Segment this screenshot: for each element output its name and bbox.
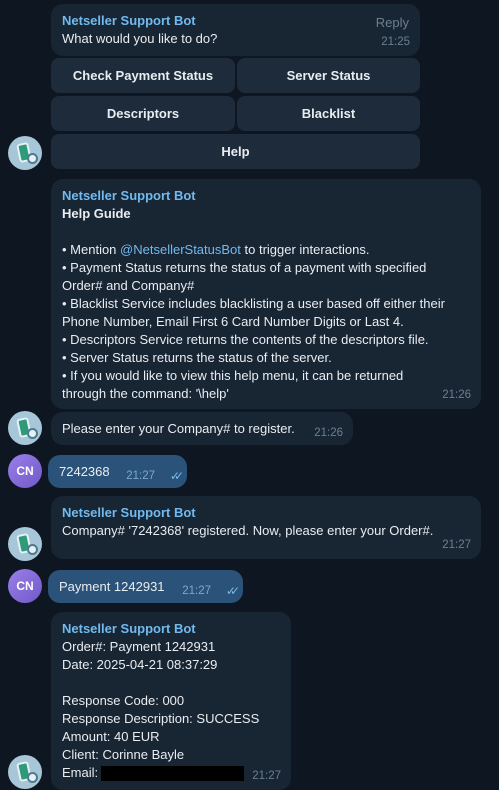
help-button[interactable]: Help: [51, 134, 420, 169]
blacklist-button[interactable]: Blacklist: [237, 96, 420, 131]
redacted-email: [101, 766, 245, 782]
help-line: • Server Status returns the status of th…: [62, 350, 332, 365]
email-line: Email:: [62, 764, 280, 782]
read-checkmarks-icon: ✓✓: [169, 469, 184, 483]
bot-avatar[interactable]: [8, 527, 42, 561]
message-time: 21:27: [252, 770, 281, 782]
result-line: Response Description: SUCCESS: [62, 711, 260, 726]
user-avatar[interactable]: CN: [8, 569, 42, 603]
help-line: • Blacklist Service includes blacklistin…: [62, 296, 445, 329]
company-prompt-message: Please enter your Company# to register. …: [51, 412, 353, 445]
reply-link[interactable]: Reply: [376, 14, 409, 32]
user-avatar[interactable]: CN: [8, 454, 42, 488]
help-line: • Descriptors Service returns the conten…: [62, 332, 429, 347]
message-time: 21:25: [381, 36, 410, 48]
bot-avatar[interactable]: [8, 136, 42, 170]
check-payment-status-button[interactable]: Check Payment Status: [51, 58, 235, 93]
result-line: Response Code: 000: [62, 693, 185, 708]
help-line: • If you would like to view this help me…: [62, 368, 404, 401]
help-title: Help Guide: [62, 206, 131, 221]
sender-name: Netseller Support Bot: [62, 505, 196, 520]
company-registered-message: Netseller Support Bot Company# '7242368'…: [51, 496, 481, 559]
result-line: Date: 2025-04-21 08:37:29: [62, 657, 218, 672]
user-company-message: 7242368 21:27 ✓✓: [48, 455, 187, 488]
sender-name: Netseller Support Bot: [62, 13, 196, 28]
message-text: 7242368: [59, 464, 110, 479]
user-order-message: Payment 1242931 21:27 ✓✓: [48, 570, 243, 603]
help-message: Netseller Support Bot Help Guide • Menti…: [51, 179, 481, 409]
bot-avatar[interactable]: [8, 411, 42, 445]
payment-result-message: Netseller Support Bot Order#: Payment 12…: [51, 612, 291, 790]
result-line: Client: Corinne Bayle: [62, 747, 185, 762]
bot-mention-link[interactable]: @NetsellerStatusBot: [120, 242, 241, 257]
message-text: Please enter your Company# to register.: [62, 421, 295, 436]
help-line: • Payment Status returns the status of a…: [62, 260, 427, 293]
help-line-mention: • Mention @NetsellerStatusBot to trigger…: [62, 242, 370, 257]
descriptors-button[interactable]: Descriptors: [51, 96, 235, 131]
menu-message: Netseller Support Bot Reply What would y…: [51, 4, 420, 56]
message-time: 21:26: [442, 389, 471, 401]
message-time: 21:26: [314, 427, 343, 439]
sender-name: Netseller Support Bot: [62, 621, 196, 636]
message-time: 21:27: [442, 539, 471, 551]
message-time: 21:27: [182, 585, 211, 597]
message-time: 21:27: [126, 470, 155, 482]
read-checkmarks-icon: ✓✓: [225, 584, 240, 598]
result-line: Amount: 40 EUR: [62, 729, 160, 744]
server-status-button[interactable]: Server Status: [237, 58, 420, 93]
result-line: Order#: Payment 1242931: [62, 639, 216, 654]
bot-avatar[interactable]: [8, 755, 42, 789]
message-text: Company# '7242368' registered. Now, plea…: [62, 523, 434, 538]
sender-name: Netseller Support Bot: [62, 188, 196, 203]
message-text: What would you like to do?: [62, 31, 218, 46]
